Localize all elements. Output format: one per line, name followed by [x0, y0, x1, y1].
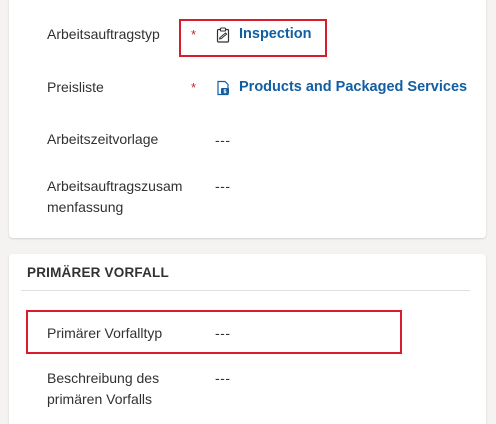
highlight-box-primary-incident-type	[26, 310, 402, 354]
work-order-summary-label: Arbeitsauftragszusam menfassung	[47, 176, 182, 218]
work-order-summary-value[interactable]: ---	[215, 176, 231, 197]
price-list-link[interactable]: $ Products and Packaged Services	[215, 77, 467, 98]
price-list-label: Preisliste	[47, 79, 104, 95]
summary-label-line2: menfassung	[47, 199, 124, 215]
description-label-line2: primären Vorfalls	[47, 391, 153, 407]
required-asterisk: *	[191, 80, 197, 95]
primary-incident-description-value[interactable]: ---	[215, 368, 231, 389]
work-hour-template-label: Arbeitszeitvorlage	[47, 131, 159, 147]
work-hour-template-value[interactable]: ---	[215, 130, 231, 151]
highlight-box-work-order-type	[179, 19, 327, 57]
description-label-line1: Beschreibung des	[47, 370, 160, 386]
price-list-value: Products and Packaged Services	[239, 79, 468, 95]
work-order-type-label: Arbeitsauftragstyp	[47, 26, 160, 42]
primary-incident-description-label: Beschreibung des primären Vorfalls	[47, 368, 159, 410]
section-title: PRIMÄRER VORFALL	[27, 265, 169, 280]
summary-label-line1: Arbeitsauftragszusam	[47, 178, 183, 194]
svg-text:$: $	[223, 88, 227, 94]
section-divider	[21, 290, 470, 291]
price-list-icon: $	[217, 80, 229, 95]
